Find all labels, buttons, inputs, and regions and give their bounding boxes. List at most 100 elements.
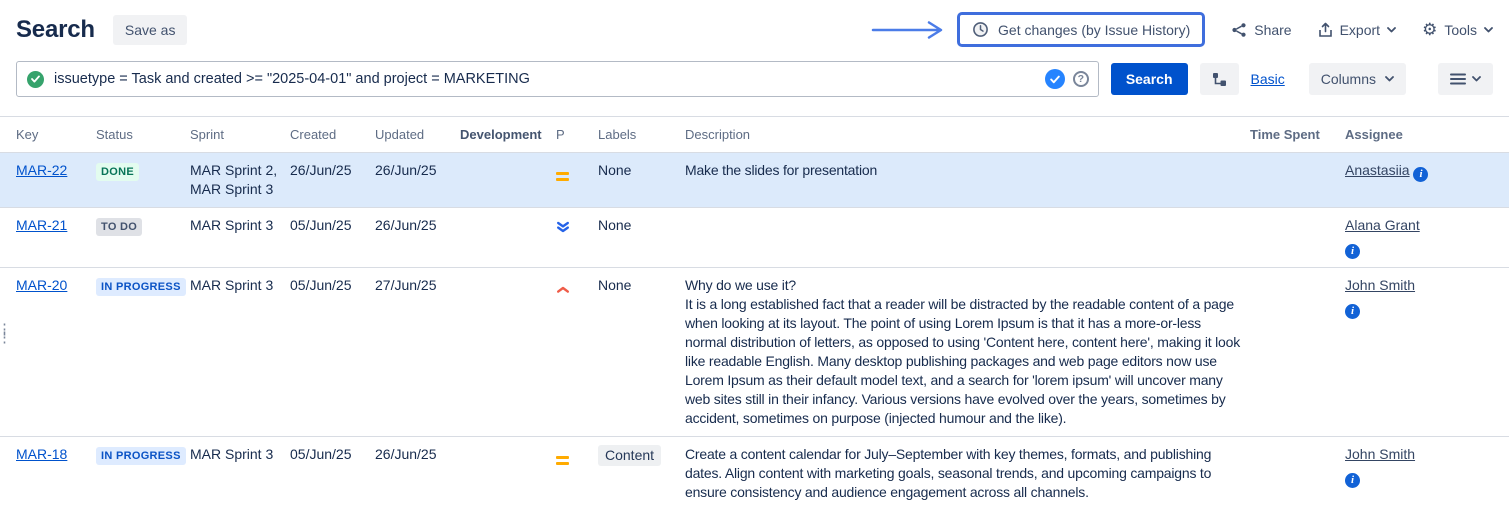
page-title: Search: [16, 16, 95, 44]
assignee-link[interactable]: Alana Grant: [1345, 217, 1420, 233]
search-button[interactable]: Search: [1111, 63, 1188, 95]
issue-key-link[interactable]: MAR-20: [16, 277, 67, 293]
col-header-description[interactable]: Description: [685, 117, 1250, 153]
tools-label: Tools: [1444, 22, 1477, 38]
time-spent-cell: [1250, 208, 1345, 268]
sprint-cell: MAR Sprint 3: [190, 208, 290, 268]
col-header-created[interactable]: Created: [290, 117, 375, 153]
tools-button[interactable]: ⚙ Tools: [1422, 17, 1493, 42]
results-table-wrap: Key Status Sprint Created Updated Develo…: [0, 116, 1509, 510]
updated-cell: 27/Jun/25: [375, 268, 460, 437]
description-cell: Why do we use it? It is a long establish…: [685, 268, 1250, 437]
updated-cell: 26/Jun/25: [375, 437, 460, 511]
info-icon[interactable]: i: [1345, 304, 1360, 319]
columns-label: Columns: [1321, 71, 1376, 87]
get-changes-button[interactable]: Get changes (by Issue History): [957, 12, 1205, 47]
autocomplete-check-icon[interactable]: [1045, 69, 1065, 89]
issue-key-link[interactable]: MAR-18: [16, 446, 67, 462]
created-cell: 05/Jun/25: [290, 437, 375, 511]
chevron-down-icon: [1484, 27, 1493, 33]
table-header-row: Key Status Sprint Created Updated Develo…: [0, 117, 1509, 153]
created-cell: 05/Jun/25: [290, 268, 375, 437]
issue-row-mar-20: MAR-20 IN PROGRESS MAR Sprint 3 05/Jun/2…: [0, 268, 1509, 437]
issue-key-link[interactable]: MAR-22: [16, 162, 67, 178]
issue-row-mar-18: MAR-18 IN PROGRESS MAR Sprint 3 05/Jun/2…: [0, 437, 1509, 511]
label-chip[interactable]: Content: [598, 445, 661, 466]
labels-cell: None: [598, 208, 685, 268]
status-badge: IN PROGRESS: [96, 447, 186, 465]
sprint-cell: MAR Sprint 3: [190, 268, 290, 437]
chevron-down-icon: [1387, 27, 1396, 33]
syntax-help-icon[interactable]: ?: [1073, 71, 1089, 87]
hierarchy-icon: [1212, 72, 1227, 87]
row-drag-handle[interactable]: ⋮⋮: [0, 326, 12, 342]
col-header-assignee[interactable]: Assignee: [1345, 117, 1509, 153]
annotation-arrow-icon: [871, 19, 949, 41]
views-menu-button[interactable]: [1438, 63, 1493, 95]
col-header-development[interactable]: Development: [460, 117, 556, 153]
columns-button[interactable]: Columns: [1309, 63, 1406, 95]
history-clock-icon: [972, 21, 989, 38]
issue-key-link[interactable]: MAR-21: [16, 217, 67, 233]
sprint-cell: MAR Sprint 3: [190, 437, 290, 511]
info-icon[interactable]: i: [1345, 473, 1360, 488]
hierarchy-toggle-button[interactable]: [1200, 63, 1239, 95]
labels-cell: None: [598, 268, 685, 437]
priority-high-icon: [556, 276, 570, 299]
priority-medium-icon: [556, 165, 569, 181]
export-button[interactable]: Export: [1318, 18, 1396, 42]
col-header-time-spent[interactable]: Time Spent: [1250, 117, 1345, 153]
info-icon[interactable]: i: [1345, 244, 1360, 259]
col-header-priority[interactable]: P: [556, 117, 598, 153]
assignee-link[interactable]: Anastasiia: [1345, 162, 1410, 178]
export-label: Export: [1340, 22, 1380, 38]
col-header-key[interactable]: Key: [0, 117, 96, 153]
assignee-link[interactable]: John Smith: [1345, 446, 1415, 462]
development-cell: [460, 268, 556, 437]
assignee-cell: Alana Grant i: [1345, 208, 1509, 268]
description-cell: [685, 208, 1250, 268]
priority-low-icon: [556, 216, 570, 239]
col-header-sprint[interactable]: Sprint: [190, 117, 290, 153]
assignee-cell: John Smith i: [1345, 268, 1509, 437]
search-row: issuetype = Task and created >= "2025-04…: [0, 47, 1509, 97]
time-spent-cell: [1250, 437, 1345, 511]
development-cell: [460, 153, 556, 208]
created-cell: 26/Jun/25: [290, 153, 375, 208]
description-cell: Create a content calendar for July–Septe…: [685, 437, 1250, 511]
development-cell: [460, 437, 556, 511]
updated-cell: 26/Jun/25: [375, 208, 460, 268]
chevron-down-icon: [1472, 76, 1481, 82]
query-valid-icon: [27, 71, 44, 88]
jql-query-text: issuetype = Task and created >= "2025-04…: [54, 71, 1035, 87]
gear-icon: ⚙: [1422, 21, 1437, 38]
col-header-status[interactable]: Status: [96, 117, 190, 153]
issue-row-mar-21: MAR-21 TO DO MAR Sprint 3 05/Jun/25 26/J…: [0, 208, 1509, 268]
col-header-updated[interactable]: Updated: [375, 117, 460, 153]
share-button[interactable]: Share: [1231, 18, 1291, 42]
labels-cell: None: [598, 153, 685, 208]
col-header-labels[interactable]: Labels: [598, 117, 685, 153]
assignee-cell: Anastasiia i: [1345, 153, 1509, 208]
updated-cell: 26/Jun/25: [375, 153, 460, 208]
jql-input[interactable]: issuetype = Task and created >= "2025-04…: [16, 61, 1099, 97]
status-badge: TO DO: [96, 218, 142, 236]
chevron-down-icon: [1385, 76, 1394, 82]
time-spent-cell: [1250, 153, 1345, 208]
export-icon: [1318, 22, 1333, 38]
sprint-cell: MAR Sprint 2, MAR Sprint 3: [190, 153, 290, 208]
issue-navigator: Search Save as Get changes (by Issue His…: [0, 0, 1509, 510]
save-as-button[interactable]: Save as: [113, 15, 188, 45]
hamburger-icon: [1450, 73, 1466, 85]
basic-mode-link[interactable]: Basic: [1251, 71, 1285, 87]
status-badge: IN PROGRESS: [96, 278, 186, 296]
top-bar: Search Save as Get changes (by Issue His…: [0, 0, 1509, 47]
priority-medium-icon: [556, 449, 569, 465]
time-spent-cell: [1250, 268, 1345, 437]
created-cell: 05/Jun/25: [290, 208, 375, 268]
info-icon[interactable]: i: [1413, 167, 1428, 182]
issue-table: Key Status Sprint Created Updated Develo…: [0, 117, 1509, 510]
assignee-link[interactable]: John Smith: [1345, 277, 1415, 293]
share-icon: [1231, 22, 1247, 38]
get-changes-label: Get changes (by Issue History): [998, 22, 1190, 38]
